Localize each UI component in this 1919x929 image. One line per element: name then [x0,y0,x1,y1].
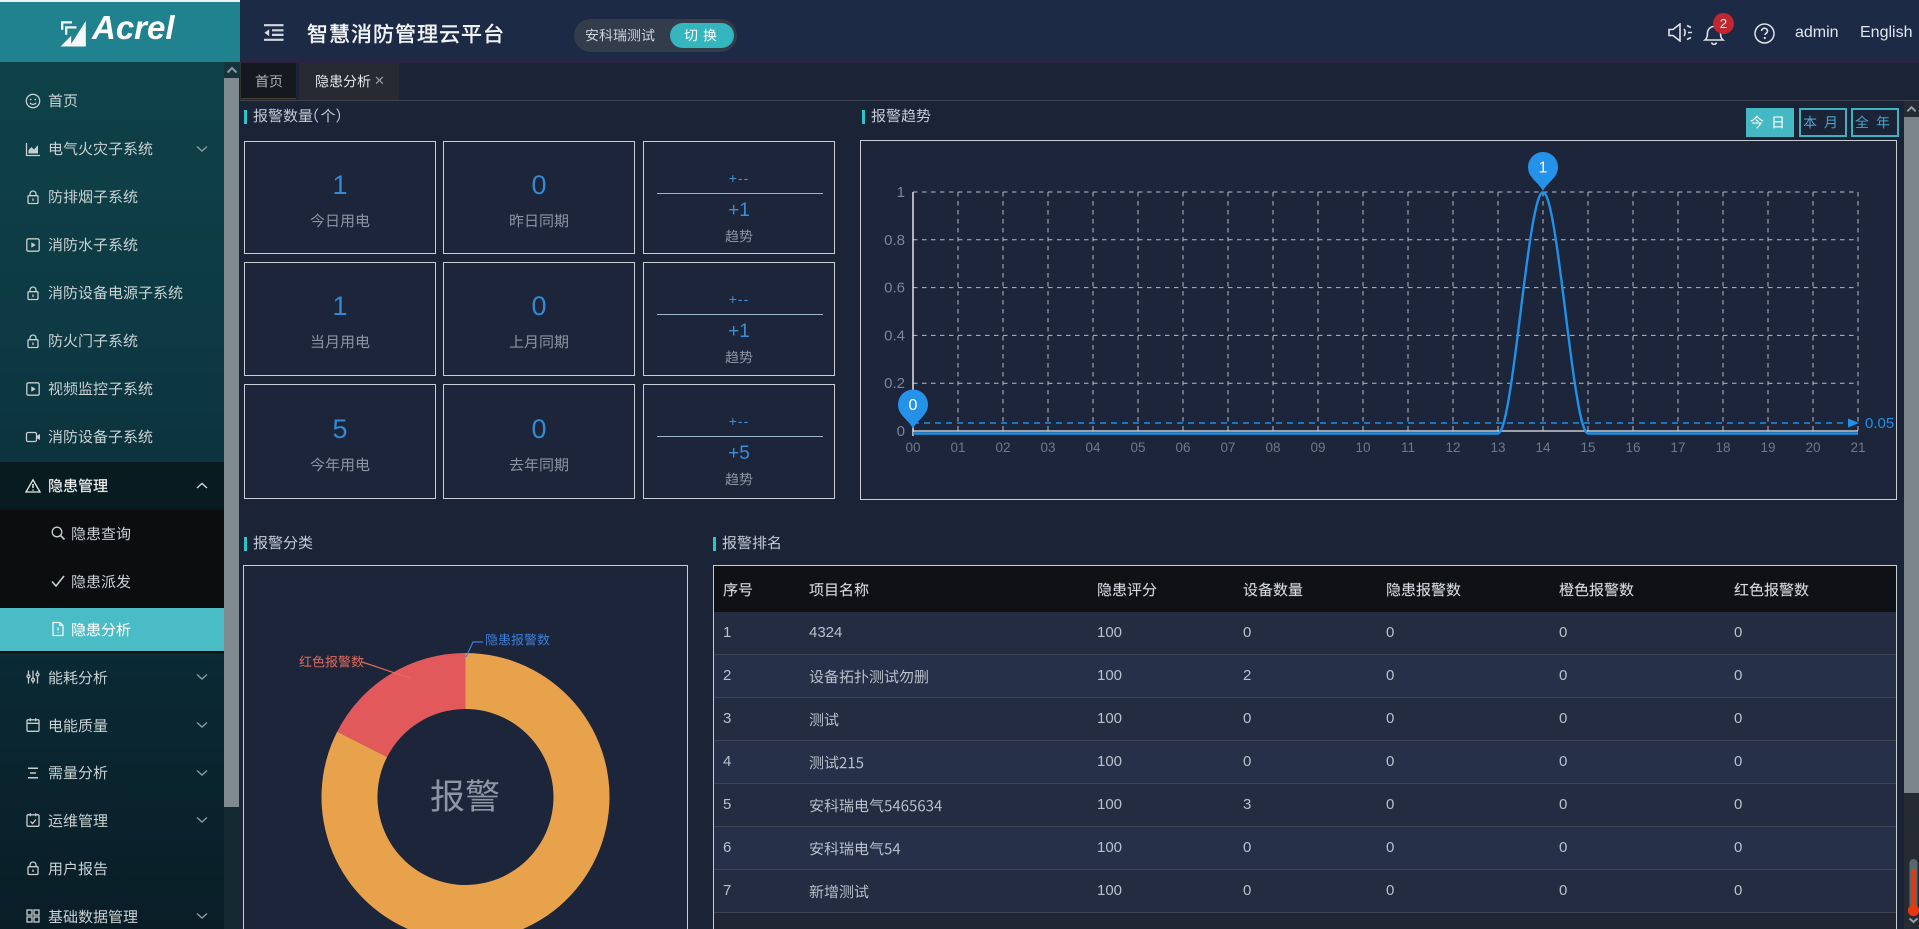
svg-text:09: 09 [1310,440,1325,455]
svg-text:05: 05 [1130,440,1145,455]
svg-text:0.05: 0.05 [1865,415,1894,432]
svg-text:00: 00 [905,440,920,455]
svg-text:17: 17 [1670,440,1685,455]
svg-text:0.8: 0.8 [884,232,905,249]
svg-text:0: 0 [909,397,918,414]
svg-text:07: 07 [1220,440,1235,455]
svg-text:0: 0 [897,423,905,440]
svg-text:0.6: 0.6 [884,280,905,297]
svg-text:11: 11 [1401,440,1415,455]
svg-text:01: 01 [950,440,965,455]
svg-text:02: 02 [995,440,1010,455]
svg-text:06: 06 [1175,440,1190,455]
svg-text:13: 13 [1490,440,1505,455]
svg-text:0.2: 0.2 [884,375,905,392]
svg-text:1: 1 [1539,160,1548,177]
svg-text:16: 16 [1625,440,1640,455]
svg-text:04: 04 [1085,440,1101,455]
svg-text:19: 19 [1760,440,1775,455]
svg-text:15: 15 [1580,440,1595,455]
svg-text:21: 21 [1850,440,1865,455]
svg-text:1: 1 [897,184,905,201]
svg-text:0.4: 0.4 [884,327,905,344]
svg-text:20: 20 [1805,440,1820,455]
svg-text:10: 10 [1355,440,1370,455]
svg-text:12: 12 [1445,440,1460,455]
svg-text:18: 18 [1715,440,1730,455]
svg-text:08: 08 [1265,440,1280,455]
svg-text:14: 14 [1535,440,1551,455]
svg-text:03: 03 [1040,440,1055,455]
